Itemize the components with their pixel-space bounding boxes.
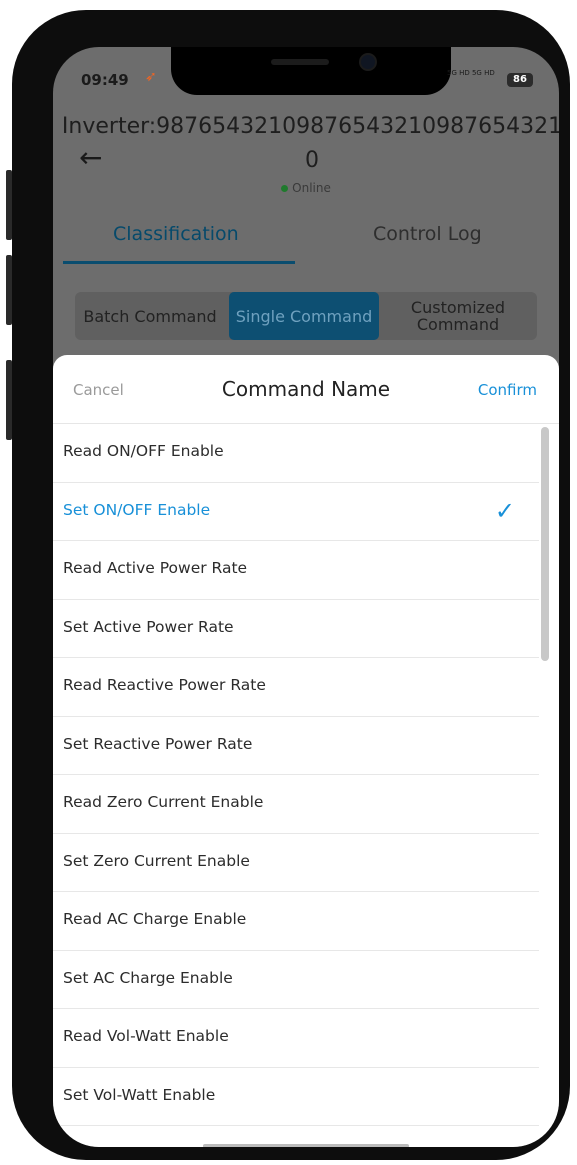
checkmark-icon: ✓ bbox=[494, 496, 515, 525]
home-indicator bbox=[203, 1144, 409, 1147]
phone-frame: 09:49 ➶ 5G HD 5G HD 86 Inverter:98765432… bbox=[12, 10, 570, 1160]
list-item[interactable]: Read Active Power Rate bbox=[53, 541, 539, 600]
signal-icon: 5G HD 5G HD bbox=[447, 69, 495, 77]
list-item[interactable]: Read Vol-Watt Enable bbox=[53, 1009, 539, 1068]
list-item[interactable]: Read AC Charge Enable bbox=[53, 892, 539, 951]
scrollbar[interactable] bbox=[541, 427, 549, 661]
segment-single-command[interactable]: Single Command bbox=[229, 292, 379, 340]
status-badge: Online bbox=[53, 181, 559, 195]
status-label: Online bbox=[292, 181, 331, 195]
list-item[interactable]: Read ON/OFF Enable bbox=[53, 424, 539, 483]
camera bbox=[361, 55, 375, 69]
speaker bbox=[271, 59, 329, 65]
list-item[interactable]: Read Reactive Power Rate bbox=[53, 658, 539, 717]
list-item-label: Read AC Charge Enable bbox=[63, 910, 247, 928]
list-item-label: Set ON/OFF Enable bbox=[63, 500, 211, 519]
command-list: Read ON/OFF Enable Set ON/OFF Enable ✓ Read… bbox=[53, 424, 559, 1126]
list-item-label: Read Zero Current Enable bbox=[63, 793, 264, 811]
tab-control-log[interactable]: Control Log bbox=[373, 223, 482, 245]
command-picker-sheet: Cancel Command Name Confirm Read ON/OFF … bbox=[53, 355, 559, 1147]
list-item[interactable]: Set Vol-Watt Enable bbox=[53, 1068, 539, 1126]
list-item-label: Read Vol-Watt Enable bbox=[63, 1027, 229, 1045]
list-item[interactable]: Set ON/OFF Enable ✓ bbox=[53, 483, 539, 541]
command-type-segment: Batch Command Single Command Customized … bbox=[75, 292, 537, 340]
hotspot-icon: ➶ bbox=[145, 69, 157, 85]
list-item-label: Set Zero Current Enable bbox=[63, 851, 250, 870]
list-item[interactable]: Set AC Charge Enable bbox=[53, 951, 539, 1009]
list-item-label: Set Vol-Watt Enable bbox=[63, 1085, 216, 1104]
confirm-button[interactable]: Confirm bbox=[478, 381, 537, 399]
online-dot-icon bbox=[281, 185, 289, 192]
notch bbox=[171, 47, 451, 95]
list-item-label: Read Active Power Rate bbox=[63, 559, 248, 577]
tab-classification[interactable]: Classification bbox=[113, 223, 239, 245]
battery-icon: 86 bbox=[507, 73, 533, 87]
status-time: 09:49 bbox=[81, 71, 129, 89]
list-item[interactable]: Set Zero Current Enable bbox=[53, 834, 539, 892]
list-item-label: Read ON/OFF Enable bbox=[63, 442, 224, 460]
screen: 09:49 ➶ 5G HD 5G HD 86 Inverter:98765432… bbox=[53, 47, 559, 1147]
back-arrow-icon[interactable]: ← bbox=[79, 141, 102, 174]
list-item-label: Set Active Power Rate bbox=[63, 617, 234, 636]
sheet-header: Cancel Command Name Confirm bbox=[53, 355, 559, 424]
list-item-label: Read Reactive Power Rate bbox=[63, 676, 266, 694]
list-item[interactable]: Set Active Power Rate bbox=[53, 600, 539, 658]
list-item[interactable]: Set Reactive Power Rate bbox=[53, 717, 539, 775]
status-bar: 09:49 ➶ 5G HD 5G HD 86 bbox=[53, 47, 559, 109]
page-title: Inverter:98765432109876543210987654321 0 bbox=[61, 114, 559, 173]
list-item[interactable]: Read Zero Current Enable bbox=[53, 775, 539, 834]
tab-underline bbox=[63, 261, 295, 264]
list-item-label: Set Reactive Power Rate bbox=[63, 734, 253, 753]
segment-customized-command[interactable]: Customized Command bbox=[383, 292, 533, 340]
list-item-label: Set AC Charge Enable bbox=[63, 968, 233, 987]
tab-bar: Classification Control Log bbox=[53, 223, 559, 265]
segment-batch-command[interactable]: Batch Command bbox=[75, 292, 225, 340]
